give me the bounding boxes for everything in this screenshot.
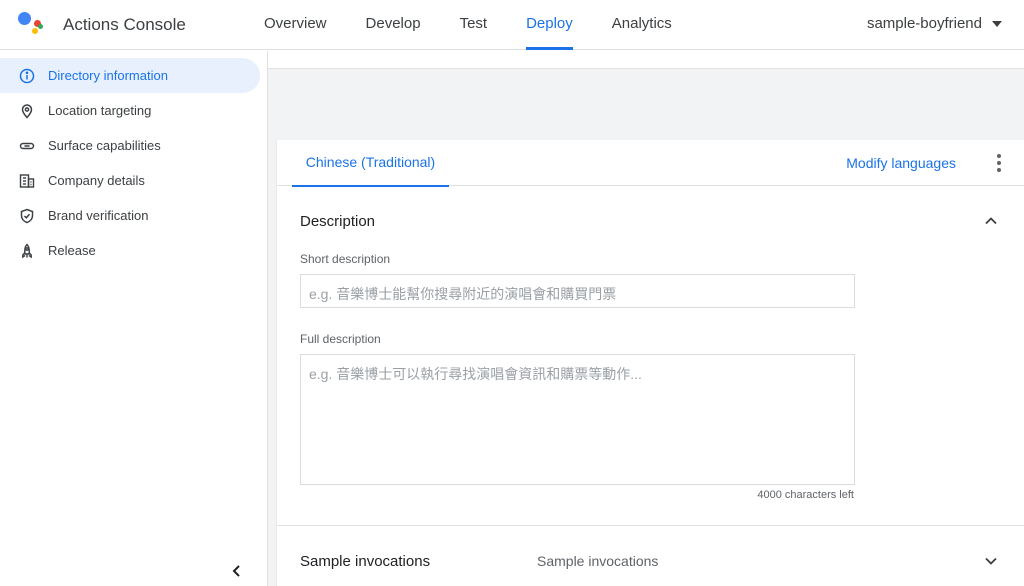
- description-section-title: Description: [300, 213, 376, 230]
- main-content: Chinese (Traditional) Modify languages D…: [268, 51, 1024, 586]
- full-description-label: Full description: [300, 332, 381, 346]
- sample-invocations-title: Sample invocations: [300, 553, 431, 570]
- character-counter: 4000 characters left: [757, 489, 854, 501]
- building-icon: [18, 172, 36, 190]
- sidebar-item-label: Directory information: [48, 68, 168, 83]
- main-nav: Overview Develop Test Deploy Analytics: [264, 0, 711, 50]
- info-icon: [18, 67, 36, 85]
- tab-language-chinese-traditional[interactable]: Chinese (Traditional): [292, 140, 449, 187]
- sidebar-item-directory-information[interactable]: Directory information: [0, 58, 260, 93]
- tab-analytics[interactable]: Analytics: [612, 0, 672, 50]
- sidebar-item-brand-verification[interactable]: Brand verification: [0, 198, 260, 233]
- tab-overview[interactable]: Overview: [264, 0, 327, 50]
- chevron-down-icon[interactable]: [984, 554, 998, 568]
- tab-test[interactable]: Test: [460, 0, 488, 50]
- tab-develop[interactable]: Develop: [366, 0, 421, 50]
- sidebar-item-label: Company details: [48, 173, 145, 188]
- sidebar-item-label: Location targeting: [48, 103, 152, 118]
- top-bar: Actions Console Overview Develop Test De…: [0, 0, 1024, 50]
- short-description-input[interactable]: e.g. 音樂博士能幫你搜尋附近的演唱會和購買門票: [300, 274, 855, 308]
- more-vert-icon[interactable]: [996, 154, 1002, 172]
- sidebar-item-release[interactable]: Release: [0, 233, 260, 268]
- modify-languages-button[interactable]: Modify languages: [846, 155, 956, 171]
- sidebar-item-label: Release: [48, 243, 96, 258]
- app-title: Actions Console: [63, 15, 186, 34]
- collapse-sidebar-icon[interactable]: [227, 561, 247, 581]
- project-selector[interactable]: sample-boyfriend: [867, 15, 1002, 32]
- caret-down-icon: [992, 20, 1002, 27]
- link-icon: [18, 137, 36, 155]
- location-pin-icon: [18, 102, 36, 120]
- divider: [277, 525, 1024, 526]
- sidebar-item-label: Surface capabilities: [48, 138, 161, 153]
- project-name: sample-boyfriend: [866, 15, 982, 32]
- sidebar-item-label: Brand verification: [48, 208, 149, 223]
- chevron-up-icon[interactable]: [984, 214, 998, 228]
- sidebar-item-location-targeting[interactable]: Location targeting: [0, 93, 260, 128]
- shield-check-icon: [18, 207, 36, 225]
- sidebar-item-company-details[interactable]: Company details: [0, 163, 260, 198]
- top-strip: [268, 51, 1024, 69]
- rocket-icon: [18, 242, 36, 260]
- sample-invocations-subtitle: Sample invocations: [537, 553, 659, 569]
- sidebar: Directory information Location targeting…: [0, 51, 268, 586]
- tab-deploy[interactable]: Deploy: [526, 0, 573, 50]
- sidebar-item-surface-capabilities[interactable]: Surface capabilities: [0, 128, 260, 163]
- directory-card: Chinese (Traditional) Modify languages D…: [276, 140, 1024, 586]
- language-tabs: Chinese (Traditional) Modify languages: [277, 140, 1024, 187]
- full-description-textarea[interactable]: e.g. 音樂博士可以執行尋找演唱會資訊和購票等動作...: [300, 354, 855, 485]
- google-assistant-logo-icon: [18, 12, 44, 36]
- short-description-label: Short description: [300, 252, 391, 266]
